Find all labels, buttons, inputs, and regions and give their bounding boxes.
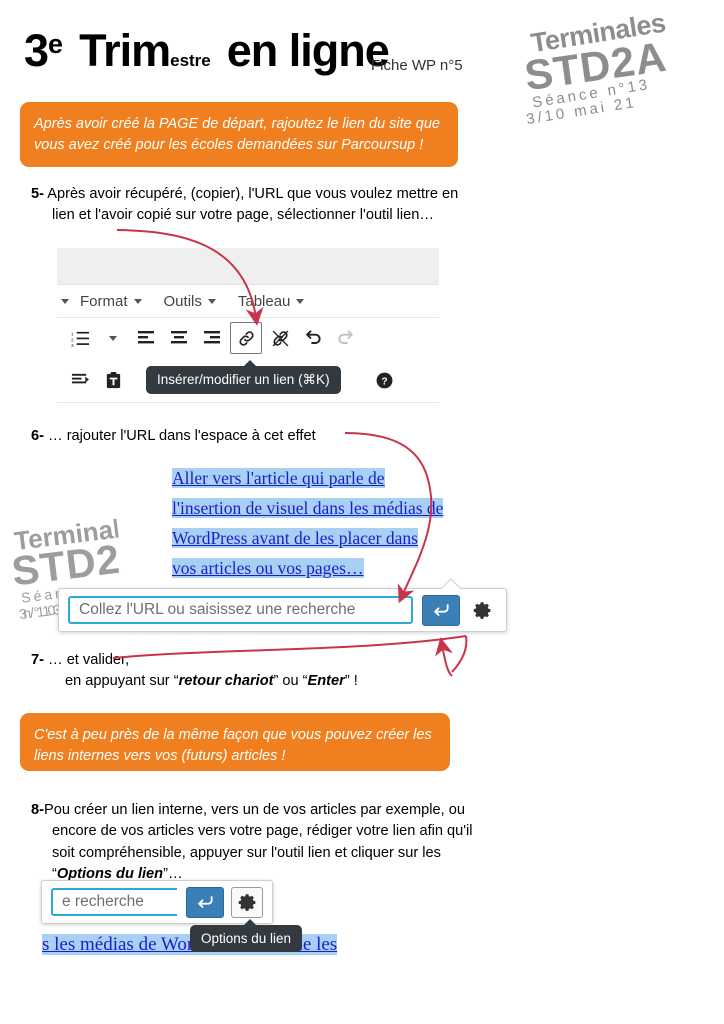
step-7-number: 7- (31, 652, 44, 668)
step-7-line-2: en appuyant sur “retour chariot” ou “Ent… (31, 671, 461, 692)
link-text-line-4-value: vos articles ou vos pages… (172, 558, 364, 578)
menu-item-outils[interactable]: Outils (153, 293, 227, 310)
worksheet-page: 3 e Trim estre en ligne Fiche WP n°5 Ter… (0, 0, 724, 1024)
chevron-down-glyph (109, 335, 117, 341)
step-7-emphasis-2: Enter (307, 673, 345, 690)
chevron-down-icon (296, 298, 305, 304)
apply-link-button-2[interactable] (186, 886, 224, 918)
chevron-down-icon (207, 298, 216, 304)
callout-intro: Après avoir créé la PAGE de départ, rajo… (20, 102, 458, 167)
title-superscript-e: e (48, 29, 64, 59)
gear-icon[interactable] (231, 886, 263, 918)
align-right-icon[interactable] (197, 323, 227, 353)
title-part-trim: Trim (79, 25, 171, 76)
link-text-line-3-value: WordPress avant de les placer dans (172, 528, 418, 548)
step-7-line-2-suffix: ” ! (344, 673, 358, 690)
indent-icon[interactable] (65, 365, 95, 395)
link-text-line-2-value: l'insertion de visuel dans les médias de (172, 498, 444, 518)
chevron-down-icon[interactable] (61, 298, 69, 304)
step-8: 8-Pou créer un lien interne, vers un de … (31, 800, 482, 886)
step-5: 5- Après avoir récupéré, (copier), l'URL… (31, 184, 472, 227)
sheet-reference: Fiche WP n°5 (371, 57, 463, 74)
svg-text:?: ? (381, 376, 387, 387)
gear-icon[interactable] (467, 596, 497, 625)
title-part-3: 3 (24, 25, 49, 76)
title-part-estre: estre (170, 51, 211, 70)
align-left-icon[interactable] (131, 323, 161, 353)
chevron-down-icon[interactable] (98, 323, 128, 353)
help-icon[interactable]: ? (369, 365, 399, 395)
svg-text:1: 1 (71, 331, 74, 337)
editor-menubar: Format Outils Tableau (57, 285, 439, 318)
menu-item-tableau-label: Tableau (237, 292, 291, 310)
link-text-line-1: Aller vers l'article qui parle de (172, 463, 522, 493)
callout-internal-links: C'est à peu près de la même façon que vo… (20, 713, 450, 771)
step-6: 6- … rajouter l'URL dans l'espace à cet … (31, 426, 451, 447)
tooltip-options-du-lien: Options du lien (190, 919, 303, 952)
svg-text:2: 2 (71, 337, 74, 343)
step-5-number: 5- (31, 186, 44, 202)
popup-pointer (442, 578, 464, 589)
step-7: 7- … et valider, en appuyant sur “retour… (31, 650, 461, 693)
link-icon[interactable] (230, 322, 262, 354)
svg-text:3: 3 (71, 343, 74, 348)
url-input[interactable]: Collez l'URL ou saisissez une recherche (68, 596, 413, 624)
page-title: 3 e Trim estre en ligne (24, 25, 390, 76)
redo-icon (331, 323, 361, 353)
step-7-text: … et valider, (48, 652, 130, 668)
numbered-list-icon[interactable]: 123 (65, 323, 95, 353)
link-text-line-4: vos articles ou vos pages… (172, 553, 522, 583)
link-text-line-2: l'insertion de visuel dans les médias de (172, 493, 522, 523)
apply-link-button[interactable] (422, 594, 460, 626)
url-insert-popup: Collez l'URL ou saisissez une recherche (58, 588, 507, 632)
paste-as-text-icon[interactable] (98, 365, 128, 395)
menu-item-format-label: Format (80, 292, 128, 310)
editor-icon-row-1: 123 (57, 318, 439, 358)
step-8-number: 8- (31, 802, 44, 818)
step-7-line-2-prefix: en appuyant sur “ (65, 673, 179, 690)
url-input-fragment-text: e recherche (62, 893, 144, 910)
menu-item-tableau[interactable]: Tableau (227, 293, 316, 310)
step-6-number: 6- (31, 428, 44, 444)
url-input-placeholder: Collez l'URL ou saisissez une recherche (79, 601, 356, 618)
link-text-line-1-value: Aller vers l'article qui parle de (172, 468, 385, 488)
url-input-fragment[interactable]: e recherche (51, 888, 177, 916)
tooltip-inserer-lien: Insérer/modifier un lien (⌘K) (146, 360, 341, 394)
selected-link-text: Aller vers l'article qui parle de l'inse… (172, 463, 522, 583)
link-text-line-3: WordPress avant de les placer dans (172, 523, 522, 553)
menu-item-outils-label: Outils (163, 292, 202, 310)
step-6-text: … rajouter l'URL dans l'espace à cet eff… (48, 428, 316, 444)
step-7-line-2-middle: ” ou “ (273, 673, 308, 690)
step-7-emphasis-1: retour chariot (178, 673, 274, 690)
title-part-enligne: en ligne (226, 25, 390, 76)
url-insert-popup-fragment: e recherche (41, 880, 273, 924)
undo-icon[interactable] (298, 323, 328, 353)
course-logo-stamp: Terminales STD2A Séance n°13 3/10 mai 21 (515, 5, 717, 135)
step-5-text: Après avoir récupéré, (copier), l'URL qu… (47, 186, 459, 224)
align-center-icon[interactable] (164, 323, 194, 353)
menu-item-format[interactable]: Format (69, 293, 153, 310)
chevron-down-icon (133, 298, 142, 304)
editor-title-strip (57, 248, 439, 285)
unlink-icon[interactable] (265, 323, 295, 353)
